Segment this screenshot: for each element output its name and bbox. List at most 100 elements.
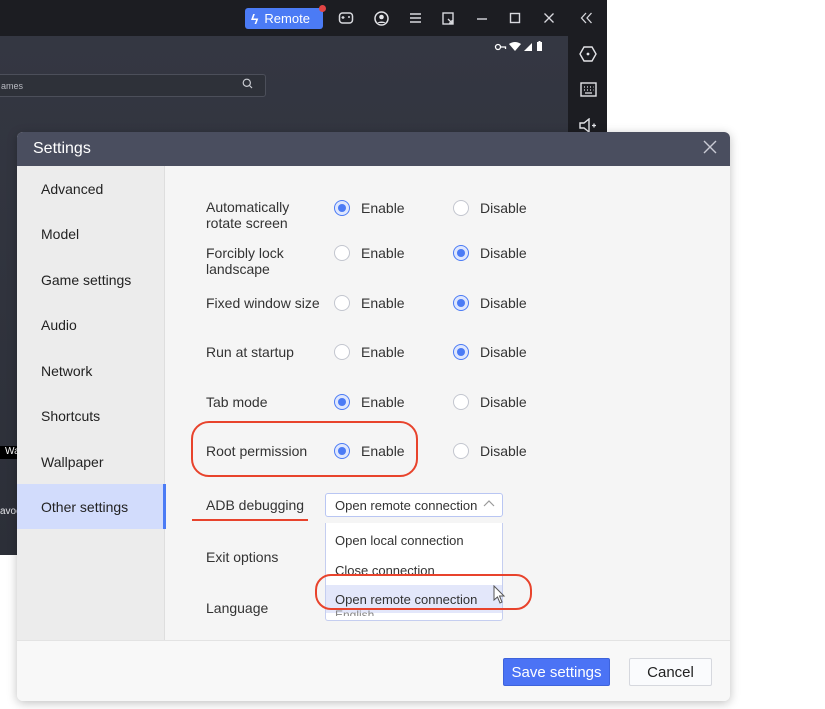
option-label: Open local connection [335,532,464,548]
battery-icon [537,41,542,51]
nav-item-label: Other settings [41,498,129,515]
root-permission-enable-radio[interactable]: Enable [334,443,405,459]
auto-rotate-disable-radio[interactable]: Disable [453,200,527,216]
keyboard-icon[interactable] [577,78,599,100]
nav-item-label: Game settings [41,271,132,288]
setting-label-tab-mode: Tab mode [206,394,268,410]
setting-label-fixed-window: Fixed window size [206,295,320,311]
nav-item-label: Audio [41,316,77,333]
nav-item-label: Shortcuts [41,407,101,424]
radio-dot [334,295,350,311]
radio-dot [334,394,350,410]
radio-label: Disable [480,245,527,261]
radio-dot [453,200,469,216]
fixed-window-enable-radio[interactable]: Enable [334,295,405,311]
setting-label-exit-options: Exit options [206,549,279,565]
bolt-icon: ϟ [251,10,259,27]
dialog-header: Settings [17,132,730,166]
annotation-underline-adb [192,519,308,521]
radio-dot [453,245,469,261]
tab-mode-enable-radio[interactable]: Enable [334,394,405,410]
setting-label-adb-debugging: ADB debugging [206,497,305,513]
signal-icon [524,43,532,51]
run-startup-disable-radio[interactable]: Disable [453,344,527,360]
close-icon[interactable] [540,9,558,27]
nav-item-shortcuts[interactable]: Shortcuts [17,393,165,438]
radio-label: Enable [361,200,405,216]
collapse-icon[interactable] [577,9,595,27]
dialog-footer: Save settings Cancel [17,640,730,701]
tab-mode-disable-radio[interactable]: Disable [453,394,527,410]
option-label: Close connection [335,562,435,578]
chevron-up-icon [483,496,495,515]
radio-label: Enable [361,295,405,311]
root-permission-disable-radio[interactable]: Disable [453,443,527,459]
setting-label-auto-rotate: Automatically rotate screen [206,199,290,231]
radio-label: Disable [480,394,527,410]
radio-dot [453,295,469,311]
adb-dropdown-menu: Open local connection Close connection O… [325,523,503,621]
screenshot-icon[interactable] [439,9,457,27]
nav-item-label: Advanced [41,180,104,197]
nav-item-advanced[interactable]: Advanced [17,166,165,211]
nav-item-audio[interactable]: Audio [17,302,165,347]
mouse-cursor-icon [493,585,506,604]
option-label: Open remote connection [335,591,478,607]
save-settings-button[interactable]: Save settings [503,658,610,686]
cancel-button[interactable]: Cancel [629,658,712,686]
nav-item-network[interactable]: Network [17,348,165,393]
radio-label: Disable [480,200,527,216]
vpn-key-icon [494,43,507,51]
menu-icon[interactable] [406,9,424,27]
close-icon[interactable] [700,139,720,159]
lock-landscape-disable-radio[interactable]: Disable [453,245,527,261]
dropdown-option-close-connection[interactable]: Close connection [326,556,502,584]
radio-label: Enable [361,344,405,360]
remote-button[interactable]: ϟ Remote [245,5,326,29]
partial-label: avoc [0,506,22,517]
settings-dialog: Settings Advanced Model Game settings Au… [17,132,730,701]
status-bar [494,40,556,55]
search-icon[interactable] [242,78,253,92]
account-icon[interactable] [372,9,390,27]
radio-label: Enable [361,245,405,261]
radio-label: Disable [480,443,527,459]
nav-item-model[interactable]: Model [17,211,165,256]
radio-dot [334,344,350,360]
nav-item-label: Wallpaper [41,453,104,470]
nav-item-wallpaper[interactable]: Wallpaper [17,439,165,484]
search-input[interactable]: ames [0,74,266,97]
adb-selected-value: Open remote connection [335,497,478,513]
minimize-icon[interactable] [473,9,491,27]
setting-label-root-permission: Root permission [206,443,308,459]
radio-label: Enable [361,443,405,459]
nav-item-other-settings[interactable]: Other settings [17,484,166,529]
radio-label: Enable [361,394,405,410]
radio-dot [453,443,469,459]
radio-dot [334,245,350,261]
maximize-icon[interactable] [506,9,524,27]
settings-nav: Advanced Model Game settings Audio Netwo… [17,166,166,640]
emulator-titlebar: ϟ Remote [0,0,607,36]
hexagon-home-icon[interactable] [577,43,599,65]
radio-dot [453,344,469,360]
dropdown-option-open-local[interactable]: Open local connection [326,526,502,554]
partial-label: Wa [0,446,20,459]
setting-label-language: Language [206,600,269,616]
run-startup-enable-radio[interactable]: Enable [334,344,405,360]
radio-label: Disable [480,295,527,311]
nav-item-game-settings[interactable]: Game settings [17,257,165,302]
auto-rotate-enable-radio[interactable]: Enable [334,200,405,216]
fixed-window-disable-radio[interactable]: Disable [453,295,527,311]
settings-content: Automatically rotate screen Enable Disab… [166,166,730,640]
setting-label-run-startup: Run at startup [206,344,294,360]
radio-dot [453,394,469,410]
radio-dot [334,200,350,216]
adb-debugging-select[interactable]: Open remote connection [325,493,503,517]
nav-item-label: Model [41,225,80,242]
lock-landscape-enable-radio[interactable]: Enable [334,245,405,261]
gamepad-icon[interactable] [337,9,355,27]
radio-dot [334,443,350,459]
notification-dot [319,5,326,12]
radio-label: Disable [480,344,527,360]
